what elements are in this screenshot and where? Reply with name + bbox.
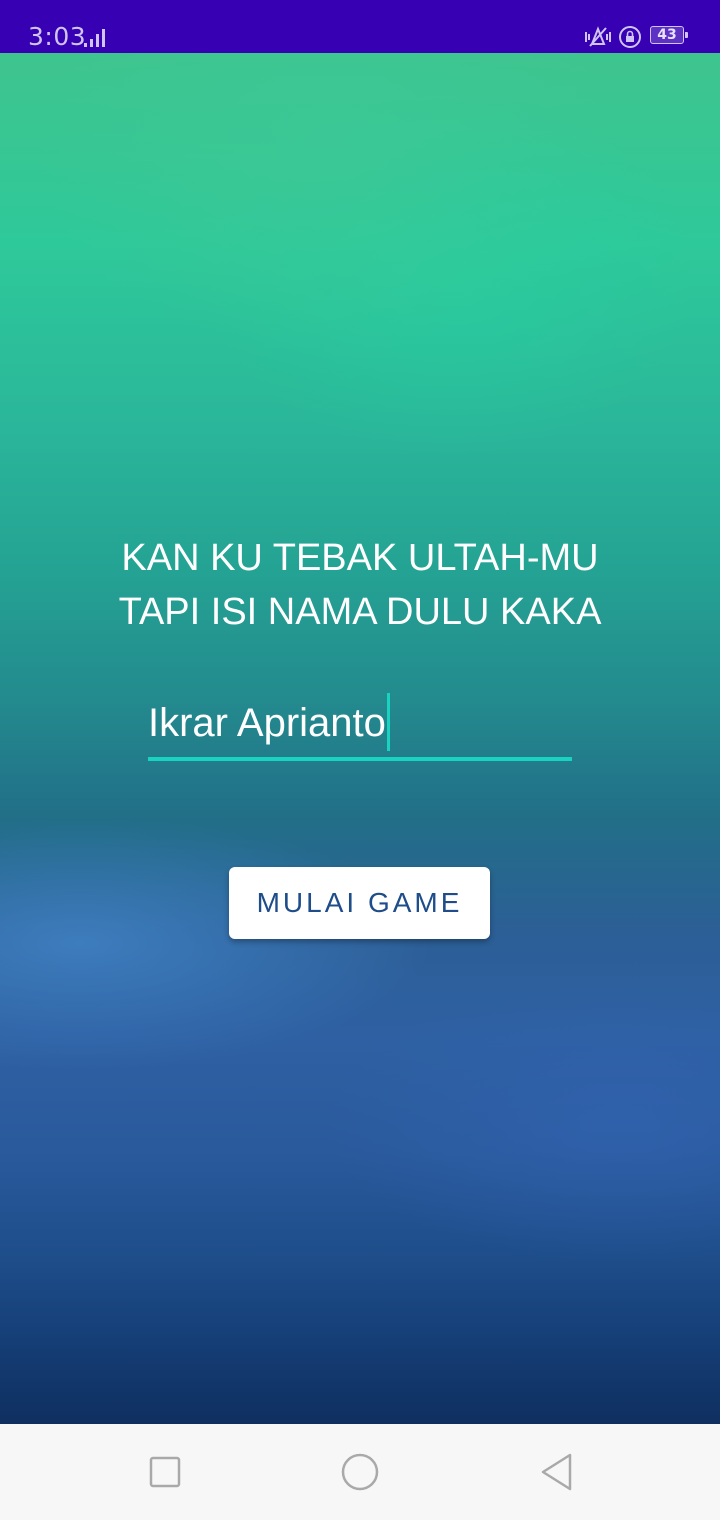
name-field[interactable]: Ikrar Aprianto xyxy=(148,690,572,762)
text-cursor xyxy=(386,693,390,752)
battery-icon: 43 xyxy=(650,26,690,46)
vibrate-icon xyxy=(585,26,611,47)
status-bar: 3:03 43 xyxy=(0,0,720,53)
battery-level: 43 xyxy=(650,26,684,44)
battery-tip xyxy=(685,32,688,38)
recents-icon[interactable] xyxy=(144,1452,184,1492)
rotation-lock-icon xyxy=(619,26,641,48)
name-input-value: Ikrar Aprianto xyxy=(148,701,386,745)
navigation-bar xyxy=(0,1424,720,1520)
back-icon[interactable] xyxy=(536,1452,576,1492)
name-input[interactable]: Ikrar Aprianto xyxy=(148,690,390,756)
heading-line-1: KAN KU TEBAK ULTAH-MU xyxy=(121,537,599,579)
heading-line-2: TAPI ISI NAMA DULU KAKA xyxy=(118,591,602,633)
start-game-button[interactable]: MULAI GAME xyxy=(229,867,490,939)
input-underline xyxy=(148,757,572,761)
status-time: 3:03 xyxy=(28,22,87,51)
home-icon[interactable] xyxy=(340,1452,380,1492)
signal-icon xyxy=(84,29,105,47)
heading: KAN KU TEBAK ULTAH-MU TAPI ISI NAMA DULU… xyxy=(0,531,720,639)
app-screen: 3:03 43 KAN KU TEBAK ULTAH-MU TAPI ISI N… xyxy=(0,0,720,1520)
